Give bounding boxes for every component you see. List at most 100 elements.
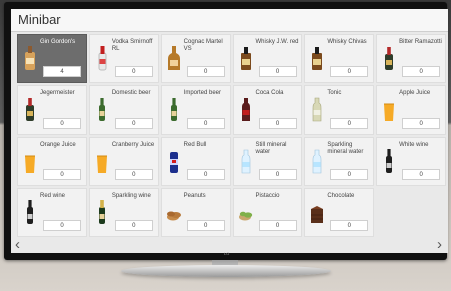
water-bottle-icon	[237, 146, 255, 176]
item-label: Jegermeister	[40, 90, 75, 97]
liqueur-bottle-icon	[380, 43, 398, 73]
minibar-item-tile[interactable]: Still mineral water 0	[232, 136, 303, 186]
minibar-item-tile[interactable]: Red Bull 0	[160, 136, 231, 186]
quantity-field[interactable]: 0	[43, 168, 81, 180]
minibar-item-tile[interactable]: Tonic 0	[304, 85, 375, 135]
minibar-item-tile[interactable]: Peanuts 0	[160, 187, 231, 237]
item-label: Still mineral water	[255, 141, 287, 155]
title-bar: Minibar	[11, 9, 448, 32]
soda-bottle-icon	[237, 94, 255, 124]
minibar-item-tile[interactable]: Gin Gordon's 4	[17, 34, 87, 84]
item-label: Chocolate	[327, 192, 355, 199]
minibar-item-tile[interactable]: Vodka Smirnoff RL 0	[88, 34, 159, 84]
whisky-bottle-icon	[237, 43, 255, 73]
gin-bottle-icon	[21, 43, 39, 73]
quantity-field[interactable]: 0	[43, 117, 81, 129]
juice-glass-icon	[21, 146, 39, 176]
peanuts-icon	[165, 197, 183, 227]
quantity-field[interactable]: 0	[258, 117, 297, 129]
next-page-arrow-icon[interactable]: ›	[437, 237, 442, 252]
quantity-field[interactable]: 0	[114, 220, 153, 231]
item-label: Vodka Smirnoff RL	[111, 39, 153, 52]
liqueur-bottle-icon	[21, 94, 39, 124]
pistachio-icon	[237, 197, 255, 227]
juice-glass-icon	[93, 146, 111, 176]
minibar-item-tile[interactable]: Imported beer 0	[160, 85, 231, 135]
tv-brand-logo: LG	[224, 251, 230, 256]
item-label: Bitter Ramazotti	[399, 39, 442, 45]
item-label: Tonic	[327, 90, 342, 97]
quantity-field[interactable]: 0	[330, 117, 369, 129]
minibar-item-tile[interactable]: Chocolate 0	[304, 187, 375, 237]
water-bottle-icon	[308, 146, 326, 176]
minibar-item-tile[interactable]: Bitter Ramazotti 0	[376, 34, 446, 84]
quantity-field[interactable]: 4	[43, 66, 81, 78]
minibar-item-tile[interactable]: Sparkling wine 0	[88, 187, 159, 237]
minibar-item-tile[interactable]: Pistaccio 0	[232, 187, 303, 237]
item-label: Whisky Chivas	[327, 39, 367, 45]
quantity-field[interactable]: 0	[402, 117, 441, 129]
minibar-item-tile[interactable]: Jegermeister 0	[17, 85, 87, 135]
item-label: Apple Juice	[399, 90, 431, 97]
wine-bottle-icon	[21, 197, 39, 227]
minibar-item-tile[interactable]: Red wine 0	[17, 187, 87, 237]
minibar-item-tile[interactable]: Orange Juice 0	[17, 136, 87, 186]
quantity-field[interactable]: 0	[186, 117, 225, 129]
item-label: Cognac Martel VS	[183, 39, 223, 52]
item-label: Imported beer	[183, 90, 222, 97]
minibar-screen: Minibar Gin Gordon's 4 Vodka Smirnoff RL 0 C…	[11, 9, 448, 253]
item-label: Sparkling mineral water	[327, 141, 364, 155]
quantity-field[interactable]: 0	[258, 66, 297, 78]
minibar-item-tile[interactable]: Whisky Chivas 0	[304, 34, 375, 84]
minibar-item-tile[interactable]: Cognac Martel VS 0	[160, 34, 231, 84]
item-label: Orange Juice	[40, 141, 76, 148]
quantity-field[interactable]: 0	[114, 66, 153, 78]
minibar-grid: Gin Gordon's 4 Vodka Smirnoff RL 0 Cognac Ma…	[17, 34, 446, 237]
cognac-bottle-icon	[165, 43, 183, 73]
juice-glass-icon	[380, 94, 398, 124]
quantity-field[interactable]: 0	[186, 66, 225, 78]
quantity-field[interactable]: 0	[330, 66, 369, 78]
quantity-field[interactable]: 0	[330, 220, 369, 231]
minibar-item-tile[interactable]: Domestic beer 0	[88, 85, 159, 135]
item-label: Cranberry Juice	[111, 141, 155, 148]
item-label: White wine	[399, 141, 429, 148]
quantity-field[interactable]: 0	[114, 168, 153, 180]
beer-bottle-icon	[165, 94, 183, 124]
quantity-field[interactable]: 0	[186, 220, 225, 231]
tv-frame: Minibar Gin Gordon's 4 Vodka Smirnoff RL 0 C…	[4, 2, 448, 260]
item-label: Red Bull	[183, 141, 207, 148]
minibar-item-tile[interactable]: White wine 0	[376, 136, 446, 186]
beer-bottle-icon	[93, 94, 111, 124]
quantity-field[interactable]: 0	[258, 220, 297, 231]
quantity-field[interactable]: 0	[43, 220, 81, 231]
quantity-field[interactable]: 0	[402, 66, 441, 78]
energy-can-icon	[165, 146, 183, 176]
chocolate-icon	[308, 197, 326, 227]
sparkling-wine-icon	[93, 197, 111, 227]
item-label: Pistaccio	[255, 192, 280, 199]
quantity-field[interactable]: 0	[402, 168, 441, 180]
tonic-bottle-icon	[308, 94, 326, 124]
tv-stand-base	[121, 265, 331, 277]
minibar-item-tile[interactable]: Sparkling mineral water 0	[304, 136, 375, 186]
quantity-field[interactable]: 0	[114, 117, 153, 129]
page-title: Minibar	[18, 12, 61, 27]
item-label: Gin Gordon's	[40, 39, 76, 45]
minibar-item-tile[interactable]: Apple Juice 0	[376, 85, 446, 135]
quantity-field[interactable]: 0	[186, 168, 225, 180]
minibar-item-tile[interactable]: Coca Cola 0	[232, 85, 303, 135]
wine-bottle-icon	[380, 146, 398, 176]
minibar-item-tile[interactable]: Cranberry Juice 0	[88, 136, 159, 186]
whisky-bottle-icon	[308, 43, 326, 73]
minibar-item-tile[interactable]: Whisky J.W. red 0	[232, 34, 303, 84]
item-label: Peanuts	[183, 192, 206, 199]
quantity-field[interactable]: 0	[258, 168, 297, 180]
prev-page-arrow-icon[interactable]: ‹	[15, 237, 20, 252]
item-label: Whisky J.W. red	[255, 39, 299, 45]
vodka-bottle-icon	[93, 43, 111, 73]
item-label: Coca Cola	[255, 90, 284, 97]
item-label: Domestic beer	[111, 90, 151, 97]
item-label: Red wine	[40, 192, 66, 199]
quantity-field[interactable]: 0	[330, 168, 369, 180]
